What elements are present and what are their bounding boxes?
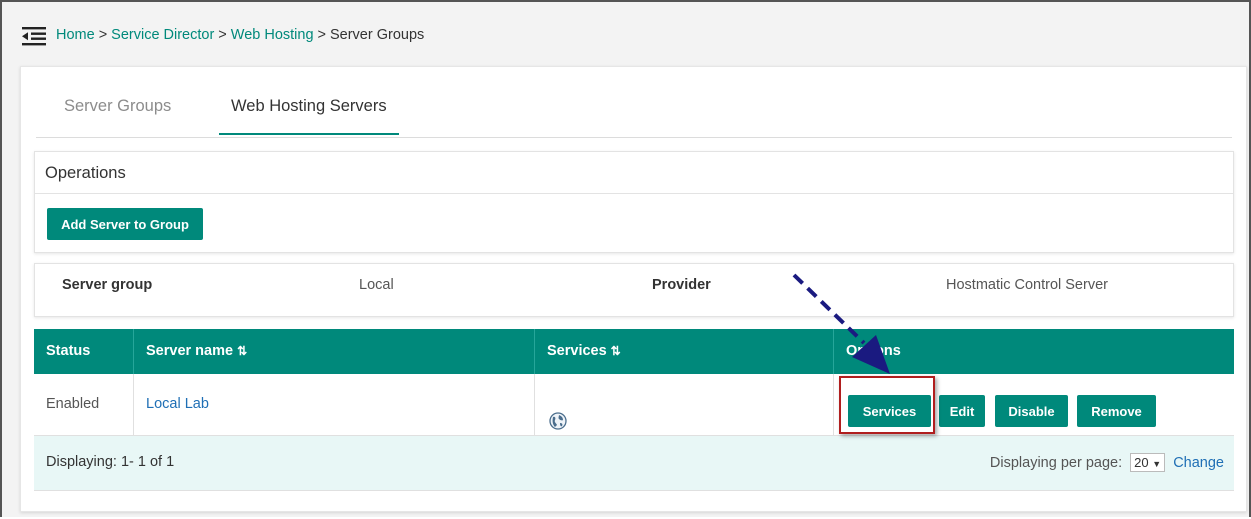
column-options-label: Options: [846, 343, 901, 359]
edit-button[interactable]: Edit: [939, 395, 985, 427]
remove-button[interactable]: Remove: [1077, 395, 1156, 427]
per-page-control: Displaying per page: 20 ▼ Change: [990, 453, 1224, 472]
per-page-select[interactable]: 20 ▼: [1130, 453, 1166, 472]
table-row: Enabled Local Lab Services Edit Disable …: [34, 374, 1234, 436]
per-page-value: 20: [1134, 455, 1149, 470]
column-services-label: Services: [547, 343, 607, 359]
servers-table: Status Server name ⇅ Services ⇅ Options En…: [34, 329, 1234, 491]
breadcrumb-separator: >: [98, 27, 108, 43]
disable-button[interactable]: Disable: [995, 395, 1068, 427]
column-server-name-label: Server name: [146, 343, 234, 359]
add-server-to-group-button[interactable]: Add Server to Group: [47, 208, 203, 240]
breadcrumb-current: Server Groups: [329, 27, 425, 43]
provider-value: Hostmatic Control Server: [946, 277, 1108, 293]
breadcrumb-bar: Home > Service Director > Web Hosting > Server…: [2, 2, 1249, 66]
table-header: Status Server name ⇅ Services ⇅ Options: [34, 329, 1234, 374]
server-group-info: Server group Local Provider Hostmatic Co…: [34, 263, 1234, 317]
divider: [35, 193, 1233, 194]
server-group-label: Server group: [62, 277, 153, 293]
tab-server-groups[interactable]: Server Groups: [64, 97, 171, 135]
tab-bar: Server Groups Web Hosting Servers: [36, 85, 1232, 138]
breadcrumb-separator: >: [317, 27, 326, 43]
breadcrumb-web-hosting[interactable]: Web Hosting: [231, 27, 314, 43]
options-cell: Services Edit Disable Remove: [834, 374, 1234, 435]
operations-title: Operations: [45, 164, 126, 182]
status-cell: Enabled: [34, 374, 134, 435]
chevron-down-icon: ▼: [1152, 459, 1162, 469]
column-status-label: Status: [46, 343, 91, 359]
services-cell: [535, 374, 834, 435]
column-server-name[interactable]: Server name ⇅: [134, 329, 535, 374]
breadcrumb-separator: >: [218, 27, 227, 43]
table-footer: Displaying: 1- 1 of 1 Displaying per pag…: [34, 436, 1234, 491]
sort-icon[interactable]: ⇅: [611, 344, 621, 358]
breadcrumb-service-director[interactable]: Service Director: [111, 27, 214, 43]
server-name-cell: Local Lab: [134, 374, 535, 435]
breadcrumb-home[interactable]: Home: [56, 27, 95, 43]
menu-collapse-icon[interactable]: [22, 26, 46, 46]
breadcrumb: Home > Service Director > Web Hosting > Server…: [56, 27, 424, 43]
per-page-label: Displaying per page:: [989, 455, 1123, 471]
operations-panel: Operations Add Server to Group: [34, 151, 1234, 253]
tab-web-hosting-servers[interactable]: Web Hosting Servers: [219, 97, 399, 135]
server-group-value: Local: [359, 277, 394, 293]
sort-icon[interactable]: ⇅: [237, 344, 247, 358]
provider-label: Provider: [652, 277, 711, 293]
change-link[interactable]: Change: [1173, 455, 1224, 471]
globe-icon[interactable]: [549, 396, 567, 430]
content-card: Server Groups Web Hosting Servers Operat…: [20, 66, 1247, 512]
app-window: Home > Service Director > Web Hosting > Server…: [0, 0, 1251, 517]
services-button[interactable]: Services: [848, 395, 931, 427]
column-options: Options: [834, 329, 1234, 374]
column-status: Status: [34, 329, 134, 374]
displaying-count: Displaying: 1- 1 of 1: [46, 454, 175, 470]
column-services[interactable]: Services ⇅: [535, 329, 834, 374]
server-name-link[interactable]: Local Lab: [146, 396, 209, 412]
